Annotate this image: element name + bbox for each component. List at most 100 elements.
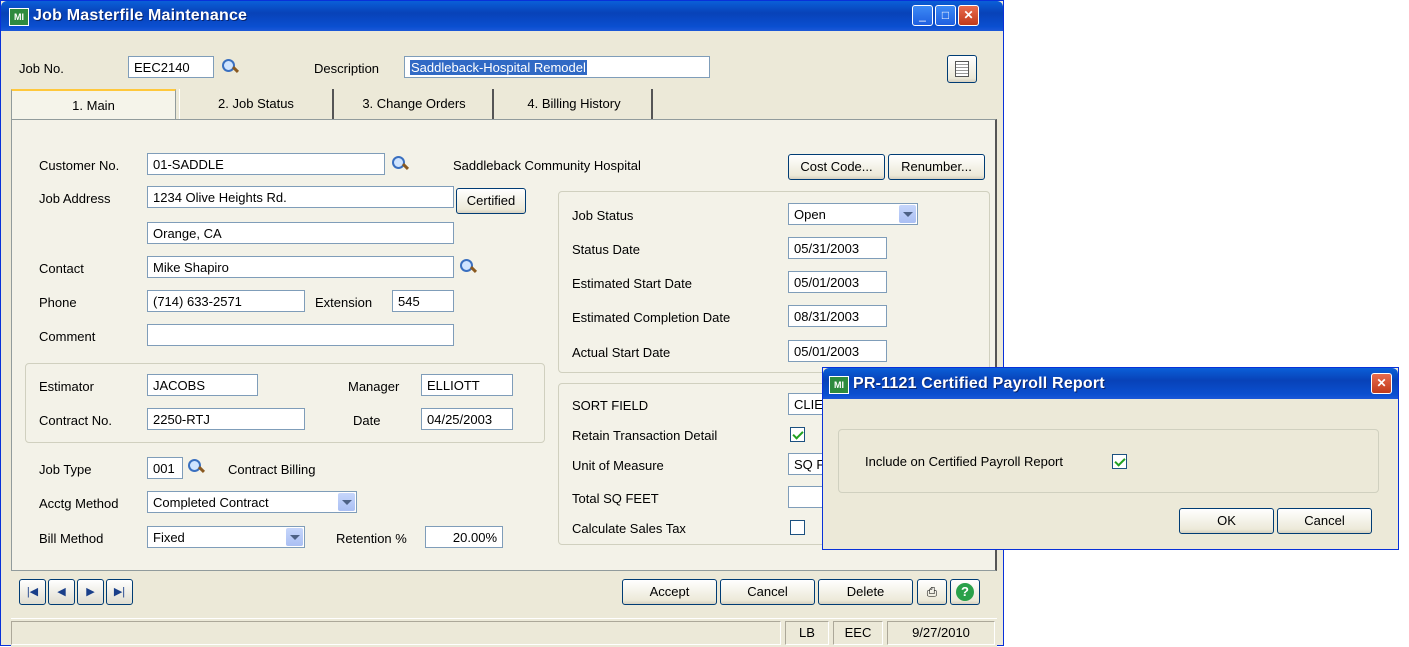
dialog-titlebar[interactable]: MI PR-1121 Certified Payroll Report ✕: [823, 368, 1398, 399]
comment-field[interactable]: [147, 324, 454, 346]
job-status-select[interactable]: Open: [788, 203, 918, 225]
customer-lookup-icon[interactable]: [391, 155, 409, 173]
dialog-title: PR-1121 Certified Payroll Report: [853, 375, 1105, 392]
chevron-down-icon[interactable]: [286, 528, 303, 546]
help-icon: ?: [956, 583, 974, 601]
phone-label: Phone: [39, 295, 77, 310]
bill-method-select[interactable]: Fixed: [147, 526, 305, 548]
job-type-description: Contract Billing: [228, 462, 316, 477]
window-title: Job Masterfile Maintenance: [33, 7, 248, 24]
job-type-field[interactable]: 001: [147, 457, 183, 479]
acctg-method-select[interactable]: Completed Contract: [147, 491, 357, 513]
tab-billing-history[interactable]: 4. Billing History: [497, 89, 653, 119]
job-lookup-icon[interactable]: [221, 58, 239, 76]
memo-icon: [955, 61, 969, 77]
contract-no-label: Contract No.: [39, 413, 112, 428]
total-sq-feet-label: Total SQ FEET: [572, 491, 659, 506]
status-bar: LB EEC 9/27/2010: [11, 618, 997, 647]
memo-button[interactable]: [947, 55, 977, 83]
tab-change-orders[interactable]: 3. Change Orders: [336, 89, 494, 119]
prev-record-button[interactable]: ◀: [48, 579, 75, 605]
job-no-label: Job No.: [19, 61, 64, 76]
status-company: EEC: [833, 621, 883, 645]
address-line2-field[interactable]: Orange, CA: [147, 222, 454, 244]
status-date: 9/27/2010: [887, 621, 995, 645]
next-icon: ▶: [86, 586, 95, 598]
manager-label: Manager: [348, 379, 400, 394]
first-icon: |◀: [26, 586, 39, 598]
status-user: LB: [785, 621, 829, 645]
accept-button[interactable]: Accept: [622, 579, 717, 605]
customer-no-label: Customer No.: [39, 158, 120, 173]
comment-label: Comment: [39, 329, 96, 344]
status-message: [11, 621, 781, 645]
retain-detail-label: Retain Transaction Detail: [572, 428, 718, 443]
dialog-app-icon: MI: [829, 376, 849, 394]
estimator-field[interactable]: JACOBS: [147, 374, 258, 396]
help-button[interactable]: ?: [950, 579, 980, 605]
main-titlebar[interactable]: MI Job Masterfile Maintenance _ □ ✕: [1, 1, 1003, 31]
next-record-button[interactable]: ▶: [77, 579, 104, 605]
customer-no-field[interactable]: 01-SADDLE: [147, 153, 385, 175]
address-line1-field[interactable]: 1234 Olive Heights Rd.: [147, 186, 454, 208]
cost-code-button[interactable]: Cost Code...: [788, 154, 885, 180]
tab-main[interactable]: 1. Main: [11, 89, 176, 119]
description-field[interactable]: Saddleback-Hospital Remodel: [404, 56, 710, 78]
uom-label: Unit of Measure: [572, 458, 664, 473]
contract-no-field[interactable]: 2250-RTJ: [147, 408, 305, 430]
calc-sales-tax-label: Calculate Sales Tax: [572, 521, 686, 536]
est-completion-field[interactable]: 08/31/2003: [788, 305, 887, 327]
bill-method-label: Bill Method: [39, 531, 104, 546]
job-status-label: Job Status: [572, 208, 634, 223]
acctg-method-value: Completed Contract: [153, 495, 269, 510]
calc-sales-tax-checkbox[interactable]: [790, 520, 805, 535]
estimator-label: Estimator: [39, 379, 94, 394]
est-completion-label: Estimated Completion Date: [572, 310, 731, 325]
certified-button[interactable]: Certified: [456, 188, 526, 214]
actual-start-label: Actual Start Date: [572, 345, 671, 360]
chevron-down-icon[interactable]: [899, 205, 916, 223]
retain-detail-checkbox[interactable]: [790, 427, 805, 442]
sort-field-label: SORT FIELD: [572, 398, 649, 413]
delete-button[interactable]: Delete: [818, 579, 913, 605]
extension-label: Extension: [315, 295, 373, 310]
phone-field[interactable]: (714) 633-2571: [147, 290, 305, 312]
chevron-down-icon[interactable]: [338, 493, 355, 511]
include-certified-checkbox[interactable]: [1112, 454, 1127, 469]
dialog-close-button[interactable]: ✕: [1371, 373, 1392, 394]
maximize-button[interactable]: □: [935, 5, 956, 26]
job-type-lookup-icon[interactable]: [187, 458, 205, 476]
contact-field[interactable]: Mike Shapiro: [147, 256, 454, 278]
manager-field[interactable]: ELLIOTT: [421, 374, 513, 396]
retention-label: Retention %: [336, 531, 407, 546]
extension-field[interactable]: 545: [392, 290, 454, 312]
dialog-cancel-button[interactable]: Cancel: [1277, 508, 1372, 534]
actual-start-field[interactable]: 05/01/2003: [788, 340, 887, 362]
status-date-label: Status Date: [572, 242, 640, 257]
close-button[interactable]: ✕: [958, 5, 979, 26]
first-record-button[interactable]: |◀: [19, 579, 46, 605]
last-record-button[interactable]: ▶|: [106, 579, 133, 605]
renumber-button[interactable]: Renumber...: [888, 154, 985, 180]
job-no-field[interactable]: EEC2140: [128, 56, 214, 78]
app-icon: MI: [9, 8, 29, 26]
cancel-button[interactable]: Cancel: [720, 579, 815, 605]
last-icon: ▶|: [113, 586, 126, 598]
job-type-label: Job Type: [39, 462, 92, 477]
minimize-button[interactable]: _: [912, 5, 933, 26]
date-label: Date: [353, 413, 381, 428]
retention-field[interactable]: 20.00%: [425, 526, 503, 548]
est-start-label: Estimated Start Date: [572, 276, 692, 291]
certified-payroll-dialog: MI PR-1121 Certified Payroll Report ✕ In…: [822, 367, 1399, 550]
contact-lookup-icon[interactable]: [459, 258, 477, 276]
bill-method-value: Fixed: [153, 530, 185, 545]
acctg-method-label: Acctg Method: [39, 496, 119, 511]
tab-job-status[interactable]: 2. Job Status: [179, 89, 334, 119]
print-button[interactable]: ⎙: [917, 579, 947, 605]
dialog-ok-button[interactable]: OK: [1179, 508, 1274, 534]
est-start-field[interactable]: 05/01/2003: [788, 271, 887, 293]
date-field[interactable]: 04/25/2003: [421, 408, 513, 430]
printer-icon: ⎙: [926, 584, 938, 599]
job-status-value: Open: [794, 207, 826, 222]
status-date-field[interactable]: 05/31/2003: [788, 237, 887, 259]
